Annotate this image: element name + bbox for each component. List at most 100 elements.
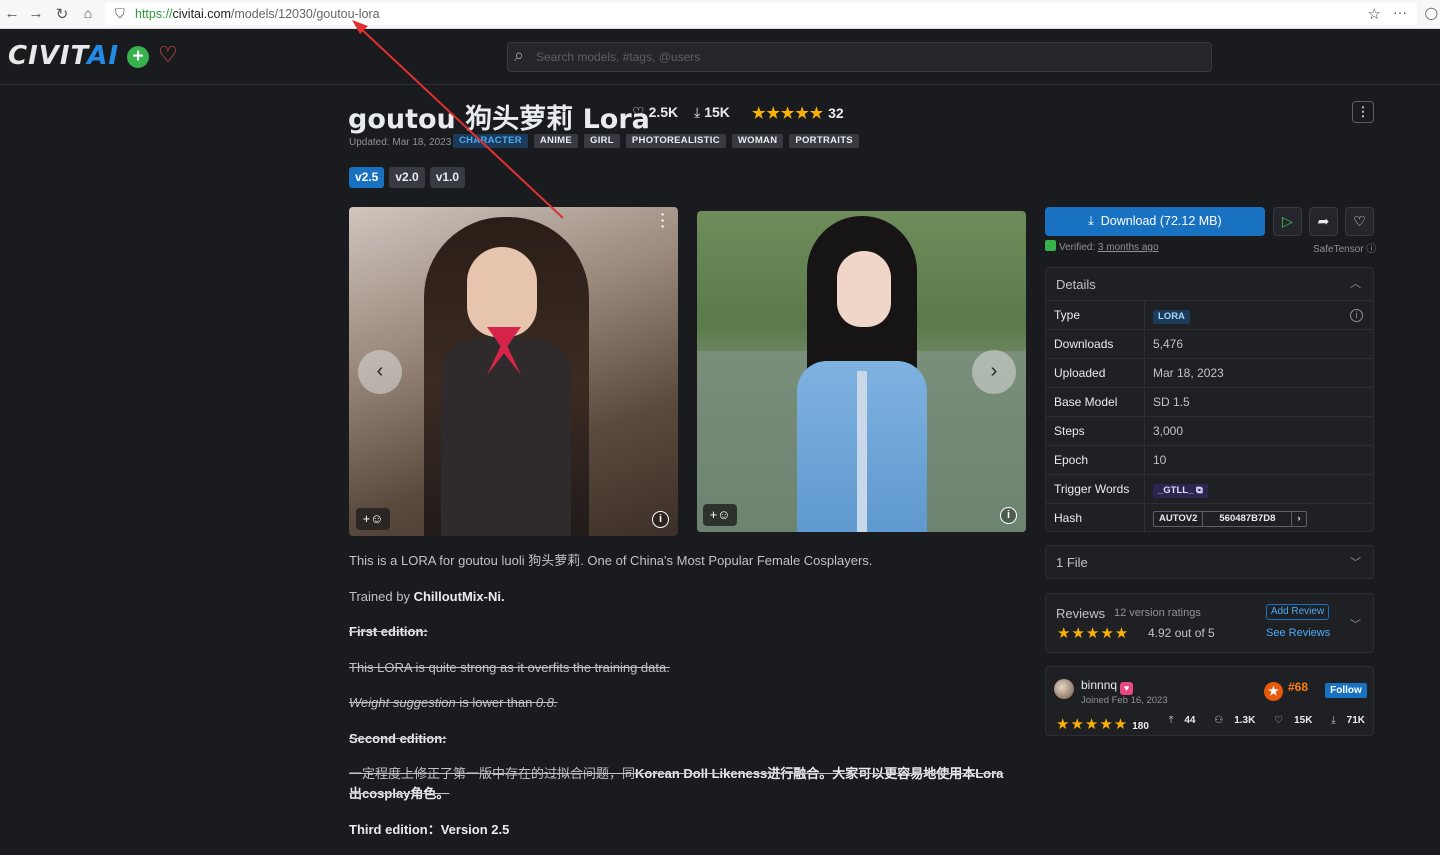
desc-p4: This LORA is quite strong as it overfits… — [349, 659, 670, 675]
desc-p5: Weight suggestion is lower than 0.8. — [349, 695, 558, 710]
details-row: Downloads 5,476 — [1046, 330, 1373, 359]
tag-character[interactable]: CHARACTER — [453, 134, 528, 148]
add-reaction-button[interactable]: +☺ — [356, 508, 390, 530]
creator-card: binnnq ♥ Joined Feb 16, 2023 ★ #68 Follow … — [1045, 666, 1374, 736]
creator-rank: ★ #68 — [1264, 680, 1308, 701]
site-header: CIVITAI + ♡ ⌕ — [0, 29, 1440, 85]
more-dots-icon[interactable]: ··· — [1393, 4, 1407, 20]
creator-rating: ★★★★★ 180 — [1056, 716, 1149, 733]
favorite-heart-button[interactable]: ♡ — [1345, 207, 1374, 236]
tag-girl[interactable]: GIRL — [584, 134, 620, 148]
details-row: Uploaded Mar 18, 2023 — [1046, 359, 1373, 388]
details-row: Type LORA i — [1046, 301, 1373, 330]
search-input[interactable] — [536, 47, 1196, 67]
forward-arrow-icon[interactable]: → — [27, 5, 45, 22]
chevron-down-icon: ﹀ — [1350, 557, 1361, 569]
url-text[interactable]: https://civitai.com/models/12030/goutou-… — [135, 7, 380, 21]
tag-woman[interactable]: WOMAN — [731, 134, 784, 148]
civitai-logo[interactable]: CIVITAI — [8, 41, 119, 71]
verified-status: Verified: 3 months ago — [1045, 240, 1159, 253]
bookmark-star-icon[interactable]: ☆ — [1368, 5, 1381, 23]
downloads-stat: ⤓ 71K — [1331, 715, 1365, 726]
carousel-next-button[interactable]: › — [972, 350, 1016, 394]
files-panel[interactable]: 1 File ﹀ — [1045, 545, 1374, 579]
image-menu-icon[interactable]: · · · — [660, 207, 666, 233]
version-tab-v20[interactable]: v2.0 — [389, 167, 425, 188]
desc-p2: Trained by ChilloutMix-Ni. — [349, 588, 505, 604]
type-badge: LORA — [1153, 310, 1190, 324]
tag-photorealistic[interactable]: PHOTOREALISTIC — [625, 134, 726, 148]
version-tabs: v2.5 v2.0 v1.0 — [349, 167, 466, 188]
details-row: Hash AUTOV2 560487B7D8 › — [1046, 504, 1373, 533]
image-info-icon[interactable]: i — [652, 511, 669, 528]
run-play-button[interactable]: ▷ — [1273, 207, 1302, 236]
version-tab-v10[interactable]: v1.0 — [429, 167, 466, 188]
add-reaction-button[interactable]: +☺ — [703, 504, 737, 526]
details-row: Trigger Words _GTLL_ ⧉ — [1046, 475, 1373, 504]
home-icon[interactable]: ⌂ — [79, 5, 97, 21]
favorites-heart-icon[interactable]: ♡ — [158, 42, 178, 68]
details-header[interactable]: Details ︿ — [1046, 268, 1373, 301]
download-icon: ⤓ — [1331, 715, 1336, 726]
details-row: Steps 3,000 — [1046, 417, 1373, 446]
verified-date-link[interactable]: 3 months ago — [1098, 242, 1159, 253]
version-tab-v25[interactable]: v2.5 — [349, 167, 385, 188]
model-menu-button[interactable]: ⋮ — [1352, 101, 1374, 123]
see-reviews-link[interactable]: See Reviews — [1266, 627, 1330, 639]
info-icon[interactable]: i — [1350, 309, 1363, 322]
browser-toolbar: ← → ↻ ⌂ ⛉ https://civitai.com/models/120… — [0, 0, 1440, 29]
create-plus-icon[interactable]: + — [127, 46, 149, 68]
model-title: goutou 狗头萝莉 Lora — [348, 104, 650, 135]
reload-icon[interactable]: ↻ — [53, 5, 71, 23]
creator-badge-icon: ♥ — [1120, 682, 1134, 695]
image-info-icon[interactable]: i — [1000, 507, 1017, 524]
download-icon: ⤓ — [694, 104, 701, 120]
downloads-stat: ⤓ 15K — [694, 104, 730, 120]
follow-button[interactable]: Follow — [1325, 683, 1367, 698]
review-stars: ★★★★★ — [1057, 625, 1130, 642]
search-icon: ⌕ — [514, 45, 525, 65]
rating-stat[interactable]: ★★★★★ 32 — [752, 104, 844, 122]
sidebar-toggle-icon[interactable]: ◯ — [1425, 6, 1438, 20]
creator-stats: ⤒ 44 ⚇ 1.3K ♡ 15K ⤓ 71K — [1153, 715, 1365, 726]
updated-date: Updated: Mar 18, 2023 — [349, 137, 452, 148]
chevron-down-icon[interactable]: ﹀ — [1350, 616, 1361, 632]
shield-icon: ⛉ — [115, 6, 125, 21]
desc-p3: First edition: — [349, 624, 428, 639]
chevron-right-icon: › — [1297, 512, 1301, 524]
back-arrow-icon[interactable]: ← — [3, 5, 21, 22]
info-icon[interactable]: ⓘ — [1366, 244, 1376, 255]
creator-name[interactable]: binnnq ♥ — [1081, 678, 1134, 695]
trigger-word-badge[interactable]: _GTLL_ ⧉ — [1153, 484, 1208, 498]
heart-icon: ♡ — [632, 104, 645, 120]
download-icon: ⤓ — [1088, 214, 1094, 228]
creator-joined: Joined Feb 16, 2023 — [1081, 695, 1168, 706]
likes-stat: ♡ 15K — [1274, 715, 1313, 726]
download-button[interactable]: ⤓ Download (72.12 MB) — [1045, 207, 1265, 236]
model-description: This is a LORA for goutou luoli 狗头萝莉. On… — [349, 551, 1009, 855]
share-button[interactable]: ➦ — [1309, 207, 1338, 236]
avatar[interactable] — [1054, 679, 1074, 699]
carousel-prev-button[interactable]: ‹ — [358, 350, 402, 394]
tag-anime[interactable]: ANIME — [533, 134, 578, 148]
verified-check-icon — [1045, 240, 1056, 251]
details-row: Epoch 10 — [1046, 446, 1373, 475]
likes-stat: ♡ 2.5K — [632, 104, 679, 120]
safetensor-label: SafeTensor ⓘ — [1313, 244, 1377, 255]
chevron-up-icon: ︿ — [1350, 278, 1361, 290]
rating-stars: ★★★★★ — [752, 105, 825, 122]
copy-icon[interactable]: ⧉ — [1196, 485, 1203, 496]
search-box[interactable]: ⌕ — [507, 42, 1212, 72]
desc-p8: Third edition：Version 2.5 — [349, 821, 510, 837]
hash-value[interactable]: AUTOV2 560487B7D8 › — [1153, 510, 1307, 527]
add-review-button[interactable]: Add Review — [1266, 604, 1329, 620]
reviews-panel: Reviews 12 version ratings ★★★★★ 4.92 ou… — [1045, 593, 1374, 653]
heart-icon: ♡ — [1274, 715, 1284, 726]
tag-list: CHARACTER ANIME GIRL PHOTOREALISTIC WOMA… — [453, 134, 859, 148]
uploads-stat: ⤒ 44 — [1168, 715, 1196, 726]
desc-p1: This is a LORA for goutou luoli 狗头萝莉. On… — [349, 553, 873, 568]
desc-p6: Second edition: — [349, 730, 447, 746]
address-bar[interactable]: ⛉ https://civitai.com/models/12030/gouto… — [105, 3, 1417, 25]
users-icon: ⚇ — [1214, 715, 1224, 726]
tag-portraits[interactable]: PORTRAITS — [789, 134, 859, 148]
